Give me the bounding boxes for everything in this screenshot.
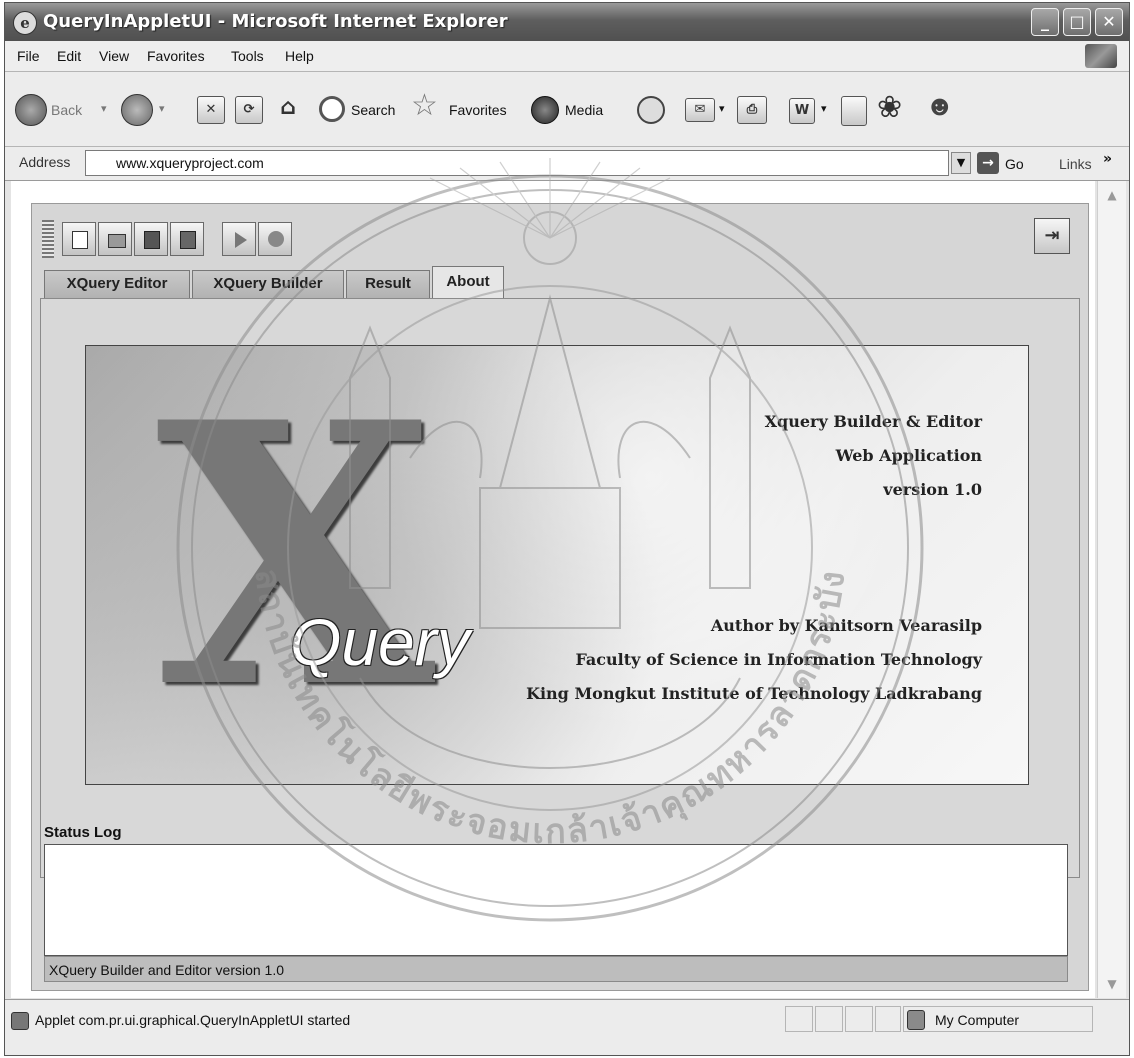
address-bar: Address www.xqueryproject.com ▼ → Go Lin… [5,147,1129,181]
about-app-type: Web Application [835,446,982,465]
ie-logo-icon: e [13,11,37,35]
menu-edit[interactable]: Edit [57,48,81,64]
messenger-icon[interactable]: ❀ [877,90,902,125]
favorites-button[interactable]: Favorites [449,102,507,118]
exit-button[interactable]: ⇥ [1034,218,1070,254]
tab-result[interactable]: Result [346,270,430,298]
scroll-up-icon[interactable]: ▲ [1102,185,1122,205]
status-text: Applet com.pr.ui.graphical.QueryInApplet… [35,1012,351,1028]
status-cell-lock [815,1006,843,1032]
close-button[interactable]: ✕ [1095,8,1123,36]
address-input[interactable]: www.xqueryproject.com [85,150,949,176]
back-dropdown-icon[interactable]: ▾ [101,102,107,115]
discuss-icon[interactable] [841,96,867,126]
about-author: Author by Kanitsorn Vearasilp [710,616,982,635]
stop-button[interactable] [258,222,292,256]
favorites-icon[interactable]: ☆ [411,88,438,123]
scroll-down-icon[interactable]: ▼ [1102,974,1122,994]
stop-circle-icon [268,231,284,247]
browser-toolbar: Back ▾ ▾ ✕ ⟳ ⌂ Search ☆ Favorites Media … [5,72,1129,147]
mail-dropdown-icon[interactable]: ▾ [719,102,725,115]
about-panel: X Query Xquery Builder & Editor Web Appl… [40,298,1080,878]
applet-status-icon [11,1012,29,1030]
forward-dropdown-icon[interactable]: ▾ [159,102,165,115]
search-button[interactable]: Search [351,102,395,118]
go-arrow-icon[interactable]: → [977,152,999,174]
about-institute: King Mongkut Institute of Technology Lad… [526,684,982,703]
vertical-scrollbar[interactable]: ▲ ▼ [1097,181,1126,998]
toolbar-grip-icon[interactable] [42,220,54,258]
window-title: QueryInAppletUI - Microsoft Internet Exp… [43,11,508,32]
exit-door-icon: ⇥ [1044,225,1060,246]
status-cell-blocked [845,1006,873,1032]
search-icon[interactable] [319,96,345,122]
links-chevron-icon[interactable]: » [1103,151,1112,167]
stop-icon[interactable]: ✕ [197,96,225,124]
menu-bar: File Edit View Favorites Tools Help [5,41,1129,72]
open-file-button[interactable] [98,222,132,256]
mail-icon[interactable]: ✉ [685,98,715,122]
run-button[interactable] [222,222,256,256]
minimize-button[interactable]: _ [1031,8,1059,36]
forward-icon[interactable] [121,94,153,126]
save-as-icon [180,231,196,249]
menu-file[interactable]: File [17,48,40,64]
security-zone-label: My Computer [935,1012,1020,1028]
tab-about[interactable]: About [432,266,504,299]
maximize-button[interactable]: □ [1063,8,1091,36]
menu-help[interactable]: Help [285,48,314,64]
applet-status-strip: XQuery Builder and Editor version 1.0 [44,956,1068,982]
title-bar: e QueryInAppletUI - Microsoft Internet E… [5,3,1129,41]
menu-tools[interactable]: Tools [231,48,264,64]
about-faculty: Faculty of Science in Information Techno… [575,650,982,669]
menu-view[interactable]: View [99,48,129,64]
address-label: Address [19,154,71,170]
history-icon[interactable] [637,96,665,124]
about-version: version 1.0 [883,480,982,499]
home-icon[interactable]: ⌂ [273,94,303,124]
my-computer-icon [907,1010,925,1030]
about-app-name: Xquery Builder & Editor [764,412,982,431]
save-button[interactable] [134,222,168,256]
address-dropdown-icon[interactable]: ▼ [951,152,971,174]
edit-word-icon[interactable]: W [789,98,815,124]
status-cell-progress [785,1006,813,1032]
edit-dropdown-icon[interactable]: ▾ [821,102,827,115]
refresh-icon[interactable]: ⟳ [235,96,263,124]
xquery-logo-letter: X [156,345,436,767]
run-icon [235,232,247,248]
media-button[interactable]: Media [565,102,603,118]
browser-window: e QueryInAppletUI - Microsoft Internet E… [4,2,1130,1056]
browser-statusbar: Applet com.pr.ui.graphical.QueryInApplet… [5,999,1129,1055]
links-button[interactable]: Links [1059,156,1092,172]
new-file-icon [72,231,88,249]
new-file-button[interactable] [62,222,96,256]
open-folder-icon [108,234,126,248]
about-splash-image: X Query Xquery Builder & Editor Web Appl… [85,345,1029,785]
contacts-icon[interactable]: ☻ [925,90,954,122]
xquery-logo-word: Query [290,605,470,679]
menu-favorites[interactable]: Favorites [147,48,205,64]
xquery-applet: ⇥ XQuery Editor XQuery Builder Result Ab… [31,203,1089,991]
status-log-label: Status Log [44,824,122,841]
status-cell-privacy [875,1006,901,1032]
save-icon [144,231,160,249]
media-icon[interactable] [531,96,559,124]
back-icon[interactable] [15,94,47,126]
tab-xquery-editor[interactable]: XQuery Editor [44,270,190,298]
status-log-area[interactable] [44,844,1068,956]
page-content: ⇥ XQuery Editor XQuery Builder Result Ab… [11,181,1095,998]
windows-logo-icon [1085,44,1117,68]
print-icon[interactable]: ⎙ [737,96,767,124]
tab-xquery-builder[interactable]: XQuery Builder [192,270,344,298]
go-button[interactable]: Go [1005,156,1024,172]
save-as-button[interactable] [170,222,204,256]
back-button[interactable]: Back [51,102,82,118]
